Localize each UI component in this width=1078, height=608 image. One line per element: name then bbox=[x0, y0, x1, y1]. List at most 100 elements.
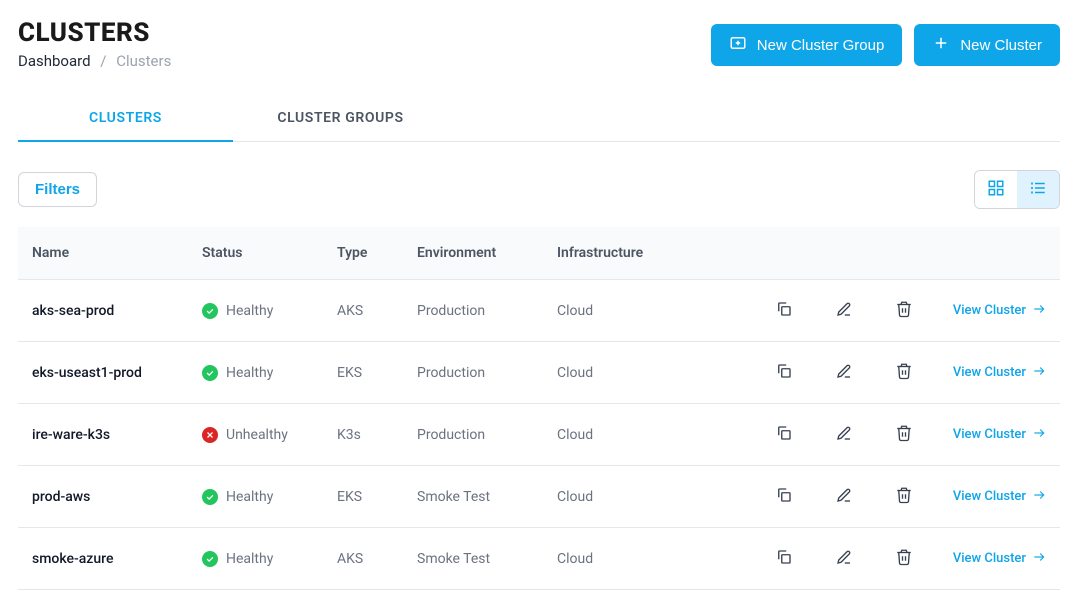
delete-button[interactable] bbox=[893, 360, 915, 385]
edit-icon bbox=[835, 362, 853, 383]
delete-button[interactable] bbox=[893, 422, 915, 447]
trash-icon bbox=[895, 362, 913, 383]
link-label: View Cluster bbox=[953, 365, 1026, 380]
edit-icon bbox=[835, 548, 853, 569]
delete-button[interactable] bbox=[893, 298, 915, 323]
link-label: View Cluster bbox=[953, 489, 1026, 504]
edit-button[interactable] bbox=[833, 422, 855, 447]
table-row: ire-ware-k3sUnhealthyK3sProductionCloudV… bbox=[18, 404, 1060, 466]
tab-clusters[interactable]: CLUSTERS bbox=[18, 96, 233, 142]
toolbar: Filters bbox=[18, 170, 1060, 209]
arrow-right-icon bbox=[1032, 488, 1046, 506]
cell-environment: Production bbox=[403, 280, 543, 342]
edit-button[interactable] bbox=[833, 298, 855, 323]
filters-button[interactable]: Filters bbox=[18, 172, 97, 207]
copy-button[interactable] bbox=[773, 484, 795, 509]
cell-actions: View Cluster bbox=[693, 466, 1060, 528]
status-label: Healthy bbox=[226, 489, 273, 505]
arrow-right-icon bbox=[1032, 302, 1046, 320]
column-infrastructure: Infrastructure bbox=[543, 227, 693, 280]
trash-icon bbox=[895, 548, 913, 569]
edit-button[interactable] bbox=[833, 484, 855, 509]
copy-button[interactable] bbox=[773, 546, 795, 571]
status-label: Unhealthy bbox=[226, 427, 288, 443]
table-body: aks-sea-prodHealthyAKSProductionCloudVie… bbox=[18, 280, 1060, 590]
tab-cluster-groups[interactable]: CLUSTER GROUPS bbox=[233, 96, 448, 142]
edit-button[interactable] bbox=[833, 360, 855, 385]
clusters-table: Name Status Type Environment Infrastruct… bbox=[18, 227, 1060, 590]
x-circle-icon bbox=[202, 427, 218, 443]
breadcrumb-root[interactable]: Dashboard bbox=[18, 52, 91, 70]
cell-type: EKS bbox=[323, 466, 403, 528]
copy-icon bbox=[775, 486, 793, 507]
list-view-button[interactable] bbox=[1017, 171, 1059, 208]
link-label: View Cluster bbox=[953, 427, 1026, 442]
check-circle-icon bbox=[202, 365, 218, 381]
folder-plus-icon bbox=[729, 34, 747, 56]
table-row: prod-awsHealthyEKSSmoke TestCloudView Cl… bbox=[18, 466, 1060, 528]
view-cluster-link[interactable]: View Cluster bbox=[953, 488, 1046, 506]
arrow-right-icon bbox=[1032, 426, 1046, 444]
trash-icon bbox=[895, 424, 913, 445]
cell-type: EKS bbox=[323, 342, 403, 404]
column-name: Name bbox=[18, 227, 188, 280]
view-cluster-link[interactable]: View Cluster bbox=[953, 364, 1046, 382]
cell-actions: View Cluster bbox=[693, 280, 1060, 342]
copy-button[interactable] bbox=[773, 422, 795, 447]
edit-icon bbox=[835, 486, 853, 507]
copy-icon bbox=[775, 548, 793, 569]
grid-view-button[interactable] bbox=[975, 171, 1017, 208]
view-cluster-link[interactable]: View Cluster bbox=[953, 426, 1046, 444]
arrow-right-icon bbox=[1032, 364, 1046, 382]
table-row: smoke-azureHealthyAKSSmoke TestCloudView… bbox=[18, 528, 1060, 590]
cell-actions: View Cluster bbox=[693, 342, 1060, 404]
cell-name: eks-useast1-prod bbox=[18, 342, 188, 404]
link-label: View Cluster bbox=[953, 551, 1026, 566]
view-cluster-link[interactable]: View Cluster bbox=[953, 550, 1046, 568]
cell-name: ire-ware-k3s bbox=[18, 404, 188, 466]
grid-icon bbox=[987, 179, 1005, 200]
cell-type: K3s bbox=[323, 404, 403, 466]
cell-actions: View Cluster bbox=[693, 404, 1060, 466]
view-toggle bbox=[974, 170, 1060, 209]
delete-button[interactable] bbox=[893, 484, 915, 509]
cell-environment: Smoke Test bbox=[403, 466, 543, 528]
tabs: CLUSTERS CLUSTER GROUPS bbox=[18, 96, 1060, 142]
cell-environment: Smoke Test bbox=[403, 528, 543, 590]
view-cluster-link[interactable]: View Cluster bbox=[953, 302, 1046, 320]
status-label: Healthy bbox=[226, 365, 273, 381]
list-icon bbox=[1029, 179, 1047, 200]
link-label: View Cluster bbox=[953, 303, 1026, 318]
copy-button[interactable] bbox=[773, 360, 795, 385]
breadcrumb: Dashboard / Clusters bbox=[18, 52, 171, 70]
table-row: eks-useast1-prodHealthyEKSProductionClou… bbox=[18, 342, 1060, 404]
trash-icon bbox=[895, 300, 913, 321]
new-cluster-group-button[interactable]: New Cluster Group bbox=[711, 24, 903, 66]
button-label: New Cluster bbox=[960, 37, 1042, 54]
copy-button[interactable] bbox=[773, 298, 795, 323]
cell-status: Healthy bbox=[188, 466, 323, 528]
edit-icon bbox=[835, 424, 853, 445]
cell-infrastructure: Cloud bbox=[543, 528, 693, 590]
column-environment: Environment bbox=[403, 227, 543, 280]
new-cluster-button[interactable]: New Cluster bbox=[914, 24, 1060, 66]
edit-button[interactable] bbox=[833, 546, 855, 571]
button-label: New Cluster Group bbox=[757, 37, 885, 54]
delete-button[interactable] bbox=[893, 546, 915, 571]
cell-infrastructure: Cloud bbox=[543, 404, 693, 466]
header-actions: New Cluster Group New Cluster bbox=[711, 24, 1060, 66]
check-circle-icon bbox=[202, 489, 218, 505]
breadcrumb-current: Clusters bbox=[116, 52, 171, 70]
cell-infrastructure: Cloud bbox=[543, 342, 693, 404]
copy-icon bbox=[775, 424, 793, 445]
header-left: CLUSTERS Dashboard / Clusters bbox=[18, 18, 171, 70]
cell-name: aks-sea-prod bbox=[18, 280, 188, 342]
column-type: Type bbox=[323, 227, 403, 280]
column-status: Status bbox=[188, 227, 323, 280]
edit-icon bbox=[835, 300, 853, 321]
copy-icon bbox=[775, 300, 793, 321]
cell-status: Healthy bbox=[188, 528, 323, 590]
cell-actions: View Cluster bbox=[693, 528, 1060, 590]
table-row: aks-sea-prodHealthyAKSProductionCloudVie… bbox=[18, 280, 1060, 342]
status-label: Healthy bbox=[226, 551, 273, 567]
